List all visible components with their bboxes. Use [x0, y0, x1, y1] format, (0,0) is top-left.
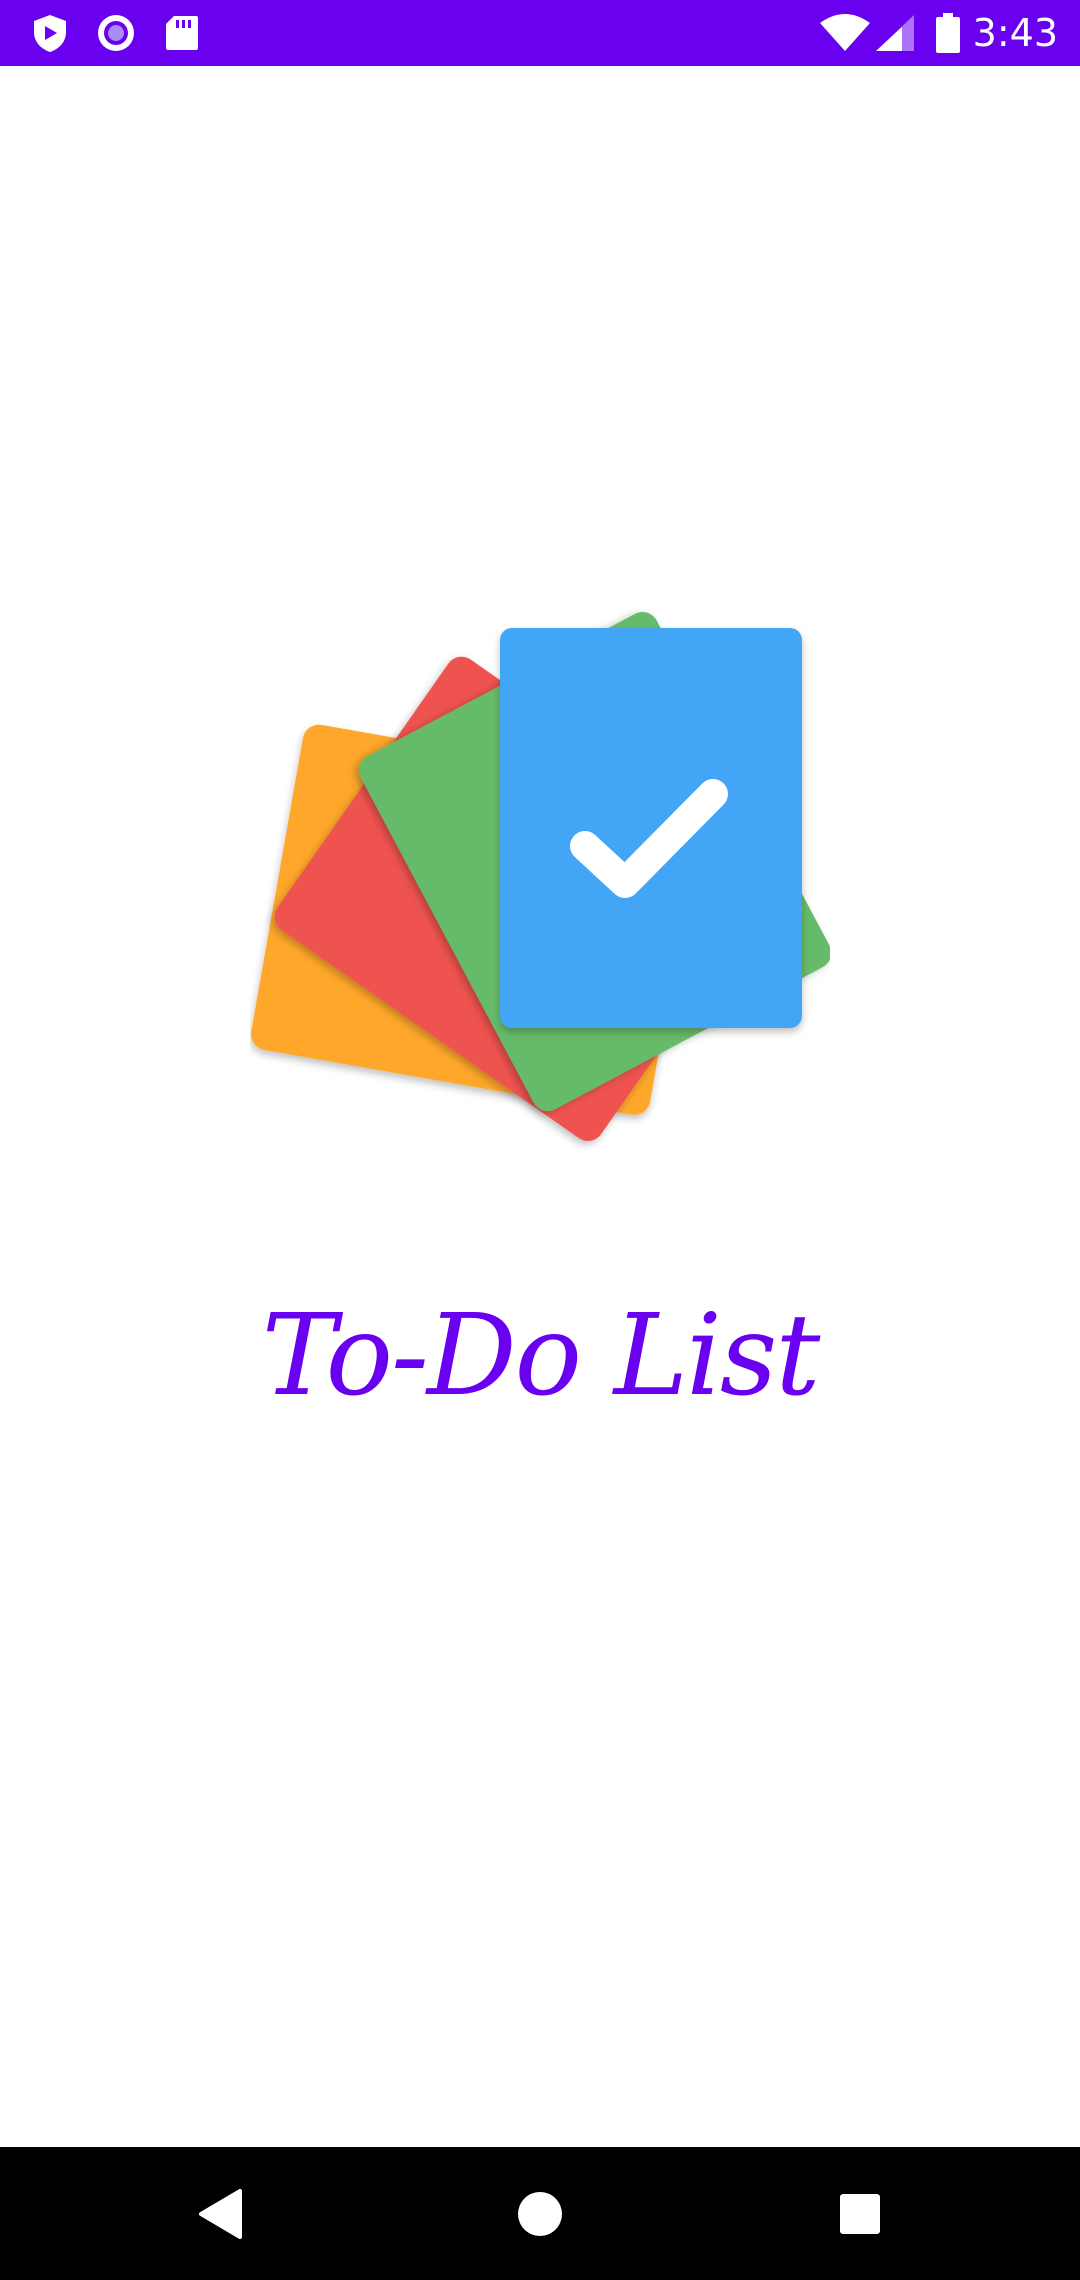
stacked-cards-checkmark-icon: [250, 526, 830, 1166]
app-title: To-Do List: [261, 1291, 821, 1421]
wifi-icon: [818, 13, 872, 53]
sd-card-icon: [162, 13, 202, 53]
back-icon[interactable]: [185, 2179, 255, 2249]
recents-icon[interactable]: [825, 2179, 895, 2249]
cell-signal-icon: [874, 13, 916, 53]
status-bar: 3:43: [0, 0, 1080, 66]
status-time: 3:43: [972, 11, 1058, 55]
radio-button-icon: [96, 13, 136, 53]
navigation-bar: [0, 2147, 1080, 2280]
shield-play-icon: [30, 13, 70, 53]
splash-screen: To-Do List: [0, 66, 1080, 2147]
home-icon[interactable]: [505, 2179, 575, 2249]
battery-icon: [934, 13, 962, 53]
